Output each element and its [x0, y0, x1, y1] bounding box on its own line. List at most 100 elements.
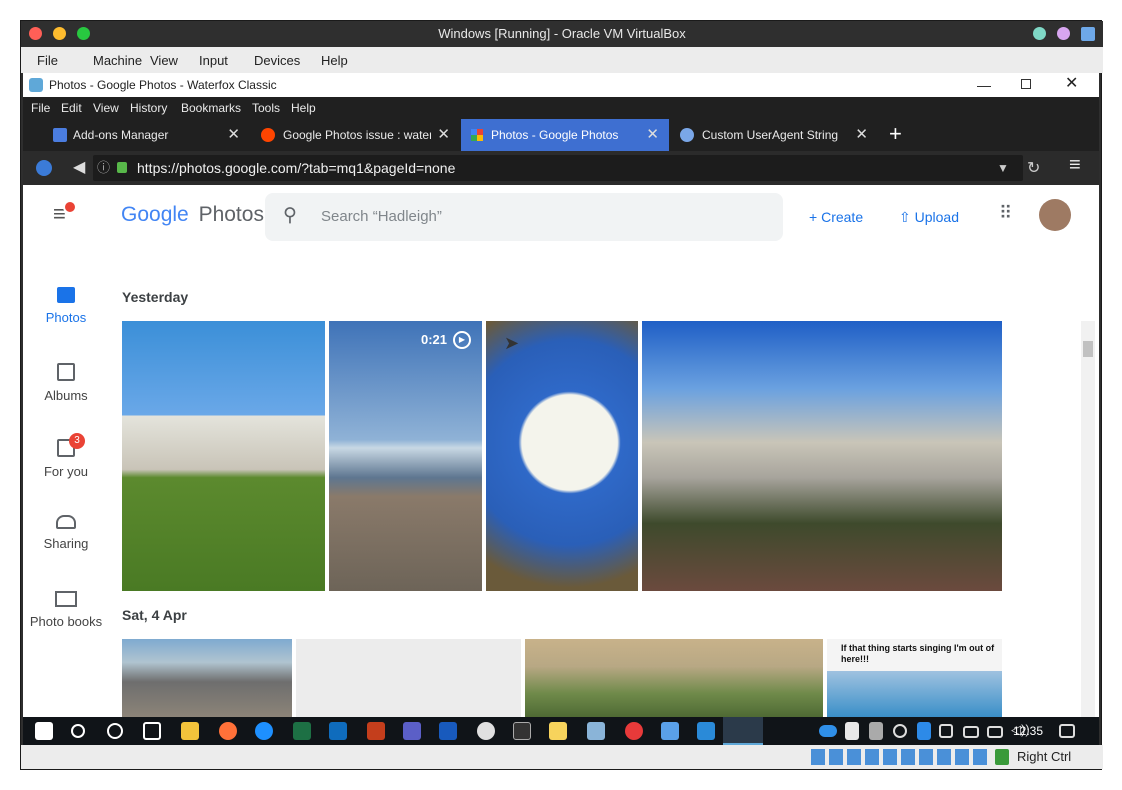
- tab-addons[interactable]: Add-ons Manager ✕: [43, 119, 250, 151]
- guest-screen: Photos - Google Photos - Waterfox Classi…: [23, 73, 1099, 753]
- nav-sharing[interactable]: Sharing: [23, 515, 109, 551]
- search-box[interactable]: ⚲ Search “Hadleigh”: [265, 193, 783, 241]
- waterfox-taskbar-button[interactable]: [723, 717, 763, 745]
- network-icon[interactable]: [987, 726, 1003, 738]
- compass-icon[interactable]: [625, 722, 643, 740]
- teams-icon[interactable]: [403, 722, 421, 740]
- browser-menu-history[interactable]: History: [130, 101, 167, 115]
- vbox-menu-help[interactable]: Help: [321, 53, 348, 68]
- tab-label: Photos - Google Photos: [491, 128, 619, 142]
- browser-menu-tools[interactable]: Tools: [252, 101, 280, 115]
- hamburger-menu-icon[interactable]: ≡: [1069, 154, 1081, 177]
- search-icon[interactable]: ⚲: [283, 204, 297, 227]
- tray-icon[interactable]: [939, 724, 953, 738]
- vbox-menu-view[interactable]: View: [150, 53, 178, 68]
- restore-icon[interactable]: [1021, 79, 1031, 89]
- search-icon[interactable]: [71, 724, 85, 738]
- google-photos-logo[interactable]: Google Photos: [121, 203, 264, 227]
- photo-garden[interactable]: [122, 321, 325, 591]
- reload-icon[interactable]: ↻: [1027, 158, 1040, 178]
- excel-icon[interactable]: [293, 722, 311, 740]
- word-icon[interactable]: [439, 722, 457, 740]
- browser-menu-help[interactable]: Help: [291, 101, 316, 115]
- photo-meme[interactable]: If that thing starts singing I'm out of …: [827, 639, 1002, 717]
- task-view-icon[interactable]: [143, 722, 161, 740]
- scrollbar-thumb[interactable]: [1083, 341, 1093, 357]
- browser-menu-edit[interactable]: Edit: [61, 101, 82, 115]
- windows-start-icon[interactable]: [35, 722, 53, 740]
- upload-button[interactable]: ⇧ Upload: [899, 209, 959, 226]
- taskbar-clock[interactable]: 12:35: [1013, 724, 1043, 738]
- photo-placeholder[interactable]: [296, 639, 521, 717]
- tab-close-icon[interactable]: ✕: [227, 119, 240, 151]
- photo-blossom[interactable]: [486, 321, 638, 591]
- info-icon[interactable]: ⓘ: [97, 155, 110, 181]
- browser-menu-bookmarks[interactable]: Bookmarks: [181, 101, 241, 115]
- power-icon[interactable]: [963, 726, 979, 738]
- tray-icon[interactable]: [893, 724, 907, 738]
- tray-icon[interactable]: [917, 722, 931, 740]
- tab-close-icon[interactable]: ✕: [855, 119, 868, 151]
- back-arrow-icon[interactable]: ◀: [73, 157, 85, 177]
- search-placeholder[interactable]: Search “Hadleigh”: [321, 208, 442, 225]
- status-device-icons[interactable]: [811, 749, 987, 765]
- avatar[interactable]: [1039, 199, 1071, 231]
- vbox-menu-input[interactable]: Input: [199, 53, 228, 68]
- tab-useragent[interactable]: Custom UserAgent String ✕: [670, 119, 878, 151]
- photos-pinwheel-icon: [471, 129, 483, 141]
- scrollbar[interactable]: [1081, 321, 1095, 717]
- minimize-dot[interactable]: [53, 27, 66, 40]
- close-dot[interactable]: [29, 27, 42, 40]
- file-explorer-icon[interactable]: [181, 722, 199, 740]
- internet-explorer-icon[interactable]: [255, 722, 273, 740]
- globe-icon[interactable]: [36, 160, 52, 176]
- browser-menu-view[interactable]: View: [93, 101, 119, 115]
- minimize-icon[interactable]: —: [977, 73, 991, 97]
- photo-beach-video[interactable]: 0:21 ▶: [329, 321, 482, 591]
- action-center-icon[interactable]: [1059, 724, 1075, 738]
- browser-titlebar: Photos - Google Photos - Waterfox Classi…: [23, 73, 1099, 97]
- tab-google-photos[interactable]: Photos - Google Photos ✕: [461, 119, 669, 151]
- tab-reddit[interactable]: Google Photos issue : waterf ✕: [251, 119, 460, 151]
- teal-dot[interactable]: [1033, 27, 1046, 40]
- apps-grid-icon[interactable]: ⠿: [999, 203, 1012, 224]
- photo-townscape[interactable]: [642, 321, 1002, 591]
- tab-close-icon[interactable]: ✕: [437, 119, 450, 151]
- nav-photos[interactable]: Photos: [23, 287, 109, 325]
- date-heading-apr4: Sat, 4 Apr: [122, 607, 187, 623]
- vbox-menu-file[interactable]: File: [37, 53, 58, 68]
- photo-rocks[interactable]: [122, 639, 292, 717]
- nav-for-you[interactable]: 3 For you: [23, 433, 109, 479]
- cortana-icon[interactable]: [107, 723, 123, 739]
- url-text[interactable]: https://photos.google.com/?tab=mq1&pageI…: [137, 155, 455, 181]
- url-bar[interactable]: ⓘ https://photos.google.com/?tab=mq1&pag…: [93, 155, 1023, 181]
- create-button[interactable]: + Create: [809, 209, 863, 225]
- play-icon[interactable]: ▶: [453, 331, 471, 349]
- vpn-icon[interactable]: [661, 722, 679, 740]
- maximize-dot[interactable]: [77, 27, 90, 40]
- new-tab-plus-icon[interactable]: +: [889, 121, 902, 147]
- app-icon[interactable]: [477, 722, 495, 740]
- purple-dot[interactable]: [1057, 27, 1070, 40]
- onedrive-icon[interactable]: [819, 725, 837, 737]
- vbox-menu-machine[interactable]: Machine: [93, 53, 142, 68]
- tab-close-icon[interactable]: ✕: [646, 119, 659, 151]
- logo-photos: Photos: [198, 203, 264, 226]
- close-icon[interactable]: ✕: [1065, 73, 1078, 96]
- photo-people-seafront[interactable]: [525, 639, 823, 717]
- vbox-menu-devices[interactable]: Devices: [254, 53, 300, 68]
- sticky-notes-icon[interactable]: [549, 722, 567, 740]
- nav-albums[interactable]: Albums: [23, 363, 109, 403]
- powerpoint-icon[interactable]: [367, 722, 385, 740]
- nav-photo-books[interactable]: Photo books: [23, 591, 109, 629]
- browser-menu-file[interactable]: File: [31, 101, 50, 115]
- remote-desktop-icon[interactable]: [587, 722, 605, 740]
- chevron-down-icon[interactable]: ▼: [997, 155, 1009, 181]
- terminal-icon[interactable]: [513, 722, 531, 740]
- firefox-icon[interactable]: [219, 722, 237, 740]
- outlook-icon[interactable]: [329, 722, 347, 740]
- date-heading-yesterday: Yesterday: [122, 289, 189, 305]
- network-icon[interactable]: [697, 722, 715, 740]
- tray-icon[interactable]: [869, 722, 883, 740]
- shield-icon[interactable]: [845, 722, 859, 740]
